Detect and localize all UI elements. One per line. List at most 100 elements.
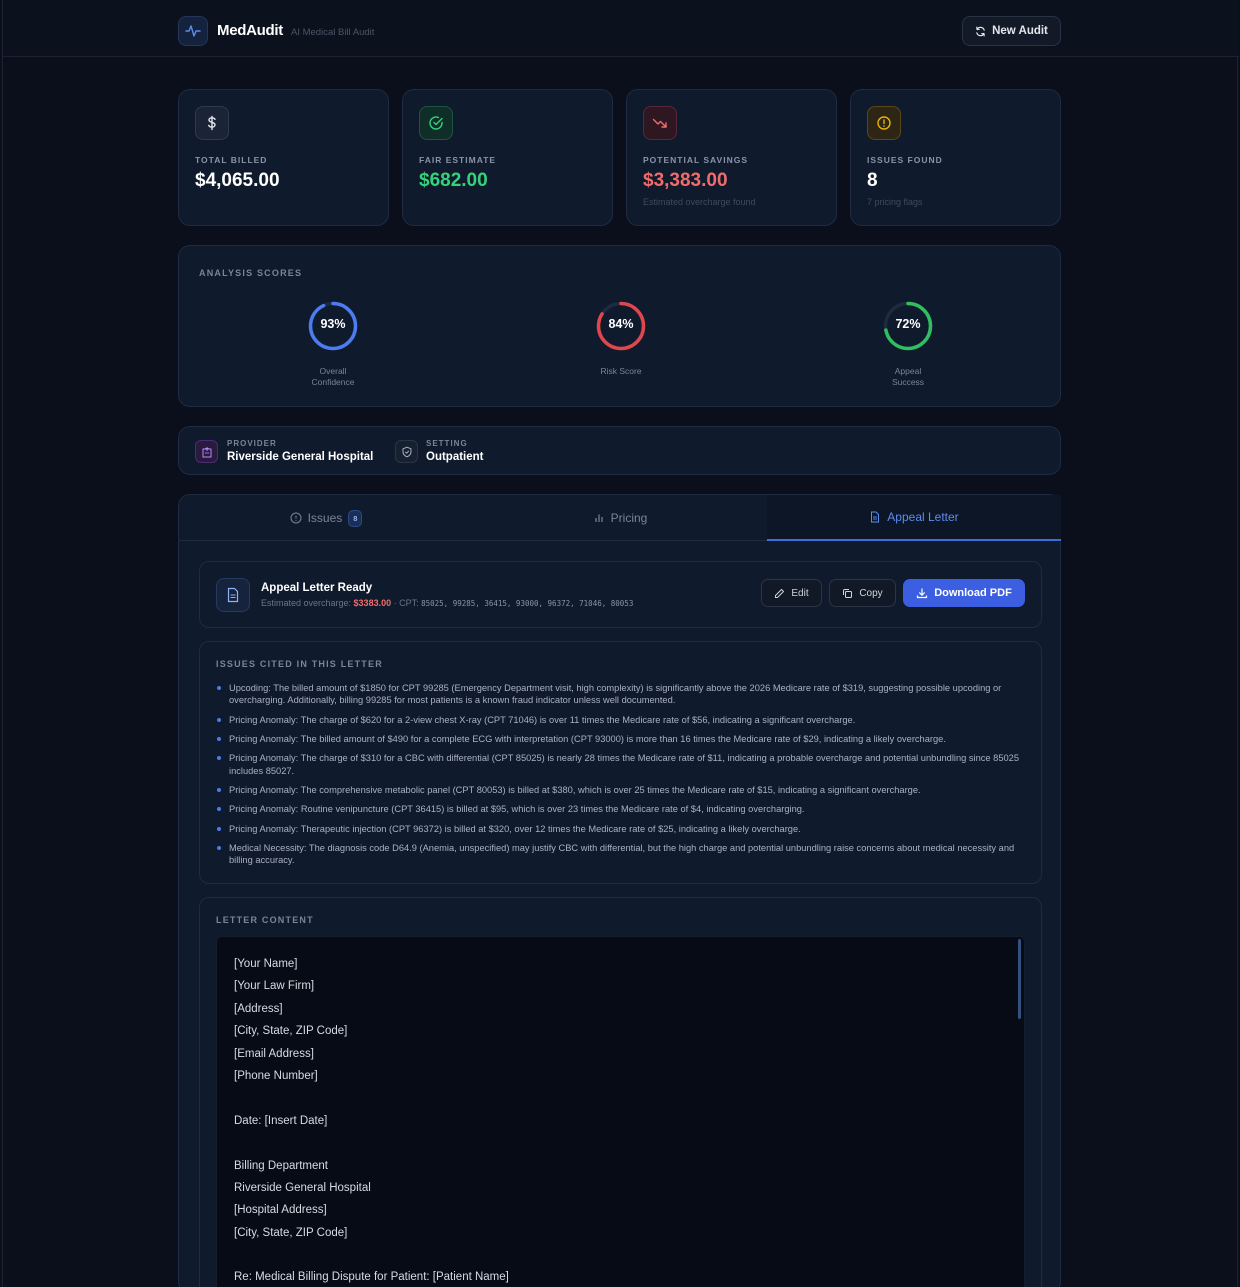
pencil-icon [775,588,785,598]
issues-found-card: ISSUES FOUND 8 7 pricing flags [850,89,1061,226]
total-billed-card: TOTAL BILLED $4,065.00 [178,89,389,226]
gauge-label: Overall [319,366,347,376]
section-title: ISSUES CITED IN THIS LETTER [216,659,383,669]
stat-sub: 7 pricing flags [867,197,923,207]
gauge-label-2: Success [891,377,925,387]
list-item: Pricing Anomaly: Routine venipuncture (C… [216,803,1031,815]
cpt-codes: 85025, 99285, 36415, 93000, 96372, 71046… [421,599,634,608]
app-window: MedAudit AI Medical Bill Audit New Audit… [2,0,1239,1287]
edit-label: Edit [791,587,809,599]
issues-cited-card: ISSUES CITED IN THIS LETTER Upcoding: Th… [199,641,1042,884]
tab-label: Issues [307,511,343,525]
bar-chart-icon [595,514,603,522]
tab-issues[interactable]: Issues 8 [179,495,473,541]
edit-button[interactable]: Edit [761,579,822,607]
letter-content-card: LETTER CONTENT [Your Name] [Your Law Fir… [199,897,1042,1287]
stat-value: $4,065.00 [195,170,280,191]
stat-sub: Estimated overcharge found [643,197,756,207]
copy-label: Copy [859,587,883,599]
risk-gauge: 84% Risk Score [571,300,671,377]
letter-line: [Email Address] [234,1047,314,1060]
gauge-label: Appeal [894,366,922,376]
stat-label: ISSUES FOUND [867,155,943,165]
letter-line [234,1248,509,1270]
letter-line: Date: [Insert Date] [234,1114,328,1127]
list-item: Upcoding: The billed amount of $1850 for… [216,682,1031,706]
pulse-icon [178,16,208,46]
letter-line: [Phone Number] [234,1069,318,1082]
overcharge-amount: $3383.00 [353,598,392,608]
gauge-label-2: Confidence [311,377,355,387]
provider-label: PROVIDER [227,439,277,448]
letter-line: Re: Medical Billing Dispute for Patient:… [234,1271,509,1284]
letter-line: Billing Department [234,1159,328,1172]
hospital-icon [195,440,218,463]
shield-icon [395,440,418,463]
analysis-scores-card: ANALYSIS SCORES 93% Overall Confidence 84… [178,245,1061,407]
download-icon [917,588,928,599]
tab-label: Pricing [610,511,648,525]
letter-ready-bar: Appeal Letter Ready Estimated overcharge… [199,561,1042,628]
stat-value: $682.00 [419,170,488,191]
trending-down-icon [643,106,677,140]
letter-line: [Hospital Address] [234,1204,327,1217]
letter-line: Riverside General Hospital [234,1181,371,1194]
gauge-value: 93% [320,317,346,331]
refresh-icon [976,26,985,36]
document-icon [216,578,250,612]
stat-value: 8 [867,170,878,191]
app-tagline: AI Medical Bill Audit [291,27,375,38]
copy-icon [843,588,853,598]
tab-bar: Issues 8 Pricing Appeal Letter [179,495,1061,541]
gauge-label: Risk Score [600,366,642,376]
list-item: Medical Necessity: The diagnosis code D6… [216,842,1031,866]
gauge-value: 84% [608,317,634,331]
letter-line [234,1136,509,1158]
provider-value: Riverside General Hospital [227,451,374,463]
setting-label: SETTING [426,439,468,448]
section-title: LETTER CONTENT [216,915,314,925]
app-name: MedAudit [217,22,283,39]
appeal-success-gauge: 72% Appeal Success [858,300,958,388]
fair-estimate-card: FAIR ESTIMATE $682.00 [402,89,613,226]
list-item: Pricing Anomaly: Therapeutic injection (… [216,823,1031,835]
alert-circle-icon [867,106,901,140]
letter-body: [Your Name] [Your Law Firm] [Address] [C… [234,957,509,1287]
letter-line: [Address] [234,1002,283,1015]
new-audit-button[interactable]: New Audit [962,16,1061,46]
list-item: Pricing Anomaly: The comprehensive metab… [216,784,1031,796]
letter-line: [City, State, ZIP Code] [234,1226,348,1239]
setting-value: Outpatient [426,451,484,463]
download-pdf-button[interactable]: Download PDF [903,579,1025,607]
stat-label: POTENTIAL SAVINGS [643,155,749,165]
top-bar: MedAudit AI Medical Bill Audit New Audit [3,0,1239,57]
alert-circle-icon [290,512,302,524]
letter-line [234,1091,509,1113]
confidence-gauge: 93% Overall Confidence [283,300,383,388]
issues-list: Upcoding: The billed amount of $1850 for… [216,682,1031,874]
overcharge-prefix: Estimated overcharge: [261,598,354,608]
new-audit-label: New Audit [992,25,1048,37]
gauge-value: 72% [895,317,921,331]
letter-line: [Your Law Firm] [234,980,315,993]
list-item: Pricing Anomaly: The charge of $310 for … [216,752,1031,776]
check-circle-icon [419,106,453,140]
letter-ready-subtitle: Estimated overcharge: $3383.00 · CPT: 85… [261,598,633,608]
potential-savings-card: POTENTIAL SAVINGS $3,383.00 Estimated ov… [626,89,837,226]
list-item: Pricing Anomaly: The billed amount of $4… [216,733,1031,745]
scrollbar[interactable] [1018,939,1021,1019]
stat-label: FAIR ESTIMATE [419,155,497,165]
copy-button[interactable]: Copy [829,579,896,607]
tab-pricing[interactable]: Pricing [473,495,767,541]
stat-value: $3,383.00 [643,170,728,191]
letter-text-area[interactable]: [Your Name] [Your Law Firm] [Address] [C… [216,936,1025,1287]
tab-appeal-letter[interactable]: Appeal Letter [767,495,1061,541]
list-item: Pricing Anomaly: The charge of $620 for … [216,714,1031,726]
download-label: Download PDF [934,587,1012,599]
details-panel: Issues 8 Pricing Appeal Letter Appeal Le… [178,494,1061,1287]
section-title: ANALYSIS SCORES [199,268,303,278]
letter-line: [City, State, ZIP Code] [234,1025,348,1038]
cpt-prefix: · CPT: [391,598,422,608]
stat-label: TOTAL BILLED [195,155,268,165]
issues-count-badge: 8 [348,509,363,527]
